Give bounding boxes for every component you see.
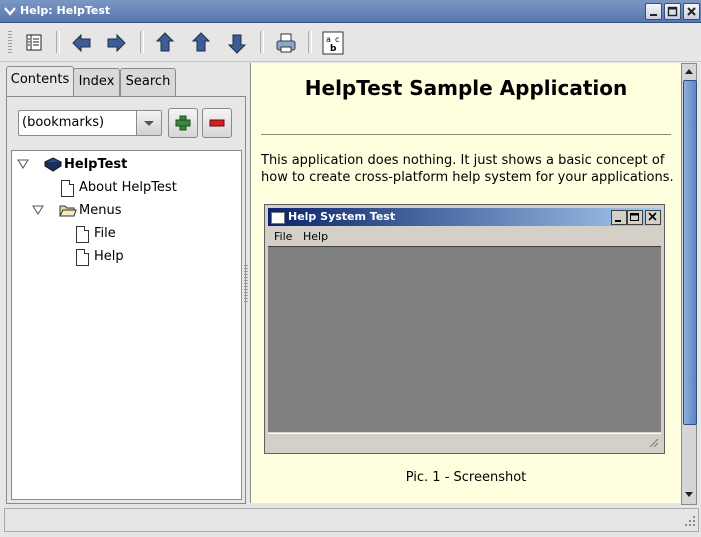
toggle-contents-button[interactable] [20,29,48,57]
embedded-close-icon [645,210,661,225]
tree-label: Help [94,249,124,264]
svg-text:c: c [335,35,339,44]
page-heading: HelpTest Sample Application [304,76,628,100]
minimize-icon [650,14,657,16]
tab-search[interactable]: Search [120,68,176,96]
tab-label: Index [78,74,115,89]
tree-item-file[interactable]: File [12,222,239,245]
intro-paragraph: This application does nothing. It just s… [261,153,674,185]
embedded-screenshot: Help System Test File Help [264,204,665,454]
arrow-left-icon [72,33,91,53]
minus-icon [209,119,225,127]
window-menu-icon[interactable] [4,5,16,17]
up-button[interactable] [151,29,179,57]
chevron-down-icon [144,121,154,126]
figure-caption: Pic. 1 - Screenshot [405,470,527,485]
tree-label: File [94,226,116,241]
close-icon [687,7,696,16]
embedded-title-bar: Help System Test [268,208,661,226]
resize-grip-icon[interactable] [684,515,696,527]
embedded-statusbar [268,433,661,450]
remove-bookmark-button[interactable] [202,108,232,138]
bookmarks-dropdown[interactable]: (bookmarks) [18,110,162,136]
dropdown-button[interactable] [136,111,161,135]
status-bar [4,508,699,532]
embedded-title: Help System Test [288,210,396,223]
toolbar-separator [308,31,312,53]
arrow-right-icon [107,33,126,53]
toolbar-separator [56,31,60,53]
expander-open-icon[interactable] [17,159,29,169]
folder-open-icon [59,205,77,217]
divider [261,134,671,135]
tab-contents[interactable]: Contents [6,66,74,97]
embedded-menu-help: Help [303,230,329,243]
embedded-menu-file: File [274,230,293,243]
svg-text:b: b [330,44,337,54]
embedded-minimize-icon [611,210,627,225]
tab-label: Search [125,74,171,89]
tree-item-helptest[interactable]: HelpTest [12,153,239,176]
font-options-button[interactable]: acb [319,29,347,57]
contents-tree: HelpTest About HelpTest Menus File Help [11,150,242,500]
toolbar: acb [0,23,701,62]
tab-index[interactable]: Index [73,68,120,96]
arrow-down-icon [227,34,247,54]
embedded-maximize-icon [627,210,643,225]
embedded-client-area [268,246,661,432]
expander-open-icon[interactable] [32,205,44,215]
bookmarks-selected: (bookmarks) [22,115,105,130]
toolbar-grip[interactable] [8,31,12,53]
arrow-up-icon [155,32,175,52]
tree-label: Menus [79,203,122,218]
close-button[interactable] [683,3,700,20]
tree-label: About HelpTest [79,180,177,195]
tab-label: Contents [10,72,70,87]
panel-icon [26,34,42,51]
document-icon [76,226,89,243]
arrow-up-icon [191,32,211,52]
toolbar-separator [140,31,144,53]
previous-button[interactable] [187,29,215,57]
title-bar[interactable]: Help: HelpTest [0,0,701,23]
print-button[interactable] [272,29,300,57]
document-icon [76,249,89,266]
resize-grip-icon [649,438,659,448]
printer-icon [276,33,296,53]
svg-text:a: a [326,35,331,44]
tree-item-help[interactable]: Help [12,245,239,268]
embedded-menubar: File Help [268,227,661,245]
plus-icon [175,115,191,131]
maximize-icon [667,6,678,17]
add-bookmark-button[interactable] [168,108,198,138]
book-icon [43,157,63,172]
app-icon [271,212,285,224]
scroll-down-icon[interactable] [683,490,695,500]
tree-label: HelpTest [64,157,128,172]
pane-splitter[interactable] [244,265,248,303]
window-title: Help: HelpTest [20,4,111,17]
tree-item-about[interactable]: About HelpTest [12,176,239,199]
minimize-button[interactable] [645,3,662,20]
toolbar-separator [260,31,264,53]
maximize-button[interactable] [664,3,681,20]
document-icon [61,180,74,197]
next-button[interactable] [223,29,251,57]
font-icon: a cb [322,31,344,55]
back-button[interactable] [68,29,96,57]
forward-button[interactable] [102,29,130,57]
scrollbar-thumb[interactable] [683,80,697,425]
tree-item-menus[interactable]: Menus [12,199,239,222]
scroll-up-icon[interactable] [683,66,695,76]
